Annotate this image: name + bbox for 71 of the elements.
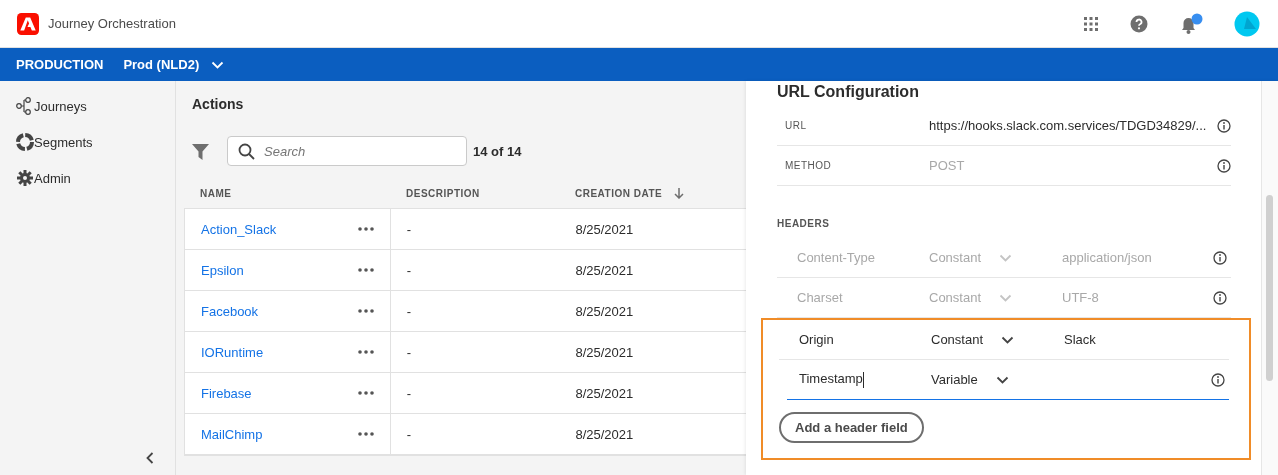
info-icon[interactable] <box>1211 372 1225 387</box>
field-label: METHOD <box>784 160 833 171</box>
avatar-icon[interactable] <box>1234 10 1260 37</box>
table-cell: - <box>406 303 412 319</box>
more-options-icon[interactable] <box>357 268 374 272</box>
column-header[interactable]: NAME <box>184 187 390 199</box>
more-options-icon[interactable] <box>357 350 374 354</box>
headers-label: HEADERS <box>777 218 831 231</box>
action-name-link[interactable]: Firebase <box>201 385 252 401</box>
header-value-field[interactable]: Slack <box>1064 332 1211 347</box>
search-field[interactable]: Search <box>227 136 467 166</box>
more-options-icon[interactable] <box>357 391 374 395</box>
info-icon[interactable] <box>1217 118 1231 133</box>
sidebar-item[interactable]: Segments <box>16 131 93 153</box>
gear-icon <box>16 169 34 187</box>
table-cell: 8/25/2021 <box>575 426 634 442</box>
app-title: Journey Orchestration <box>48 16 176 31</box>
apps-grid-icon[interactable] <box>1083 15 1099 32</box>
table-cell: - <box>406 385 412 401</box>
more-options-icon[interactable] <box>357 227 374 231</box>
collapse-chevron-icon[interactable] <box>145 451 155 465</box>
page-title: Actions <box>191 96 245 114</box>
column-header[interactable]: DESCRIPTION <box>390 187 559 199</box>
header-name-field: Content-Type <box>797 250 929 265</box>
header-type-picker: Constant <box>929 290 1062 305</box>
header-value-field: UTF-8 <box>1062 290 1213 305</box>
sidebar-item[interactable]: Journeys <box>16 95 87 117</box>
result-count: 14 of 14 <box>473 143 522 159</box>
sidebar-item[interactable]: Admin <box>16 167 71 189</box>
header-name-field[interactable]: Origin <box>799 332 931 347</box>
journey-nodes-icon <box>16 97 34 115</box>
table-cell: - <box>406 262 412 278</box>
action-name-link[interactable]: Action_Slack <box>201 221 277 237</box>
header-type-picker: Constant <box>929 250 1062 265</box>
section-title: URL Configuration <box>777 82 920 102</box>
table-cell: - <box>406 344 412 360</box>
column-header[interactable]: CREATION DATE <box>559 187 746 199</box>
header-value-field: application/json <box>1062 250 1213 265</box>
chevron-down-icon[interactable] <box>995 375 1009 384</box>
field-label: URL <box>784 120 808 131</box>
action-name-link[interactable]: MailChimp <box>201 426 263 442</box>
header-name-field[interactable]: Timestamp <box>799 371 931 388</box>
field-value[interactable]: https://hooks.slack.com.services/TDGD34829/... <box>929 118 1217 133</box>
info-icon[interactable] <box>1217 158 1231 173</box>
chevron-down-icon[interactable] <box>1001 335 1015 344</box>
scrollbar-thumb[interactable] <box>1266 195 1273 381</box>
more-options-icon[interactable] <box>357 432 374 436</box>
sandbox-picker[interactable]: Prod (NLD2) <box>123 57 225 72</box>
action-name-link[interactable]: IORuntime <box>201 344 264 360</box>
action-name-link[interactable]: Facebook <box>201 303 259 319</box>
table-cell: - <box>406 221 412 237</box>
table-cell: 8/25/2021 <box>575 385 634 401</box>
segments-icon <box>16 133 34 151</box>
table-cell: 8/25/2021 <box>575 303 634 319</box>
table-cell: 8/25/2021 <box>575 262 634 278</box>
filter-icon[interactable] <box>192 142 209 160</box>
header-name-field: Charset <box>797 290 929 305</box>
add-header-button[interactable]: Add a header field <box>779 412 924 443</box>
header-type-picker[interactable]: Constant <box>931 332 1064 347</box>
field-value: POST <box>929 158 966 173</box>
table-cell: 8/25/2021 <box>575 221 634 237</box>
header-type-picker[interactable]: Variable <box>931 372 1064 387</box>
more-options-icon[interactable] <box>357 309 374 313</box>
table-cell: - <box>406 426 412 442</box>
app-logo-icon <box>17 12 39 35</box>
search-icon <box>238 143 255 160</box>
action-name-link[interactable]: Epsilon <box>201 262 244 278</box>
help-icon[interactable] <box>1130 14 1148 33</box>
notification-bell-icon[interactable] <box>1179 12 1203 35</box>
table-cell: 8/25/2021 <box>575 344 634 360</box>
environment-label: PRODUCTION <box>16 57 104 72</box>
